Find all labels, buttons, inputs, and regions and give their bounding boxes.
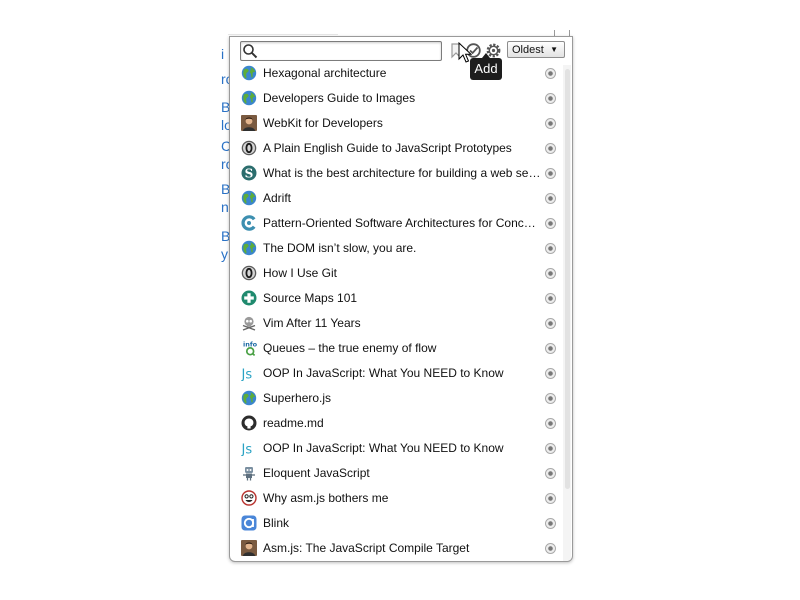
page-divider [228, 34, 338, 35]
bookmark-item[interactable]: Developers Guide to Images [230, 86, 560, 111]
robot-icon [243, 467, 255, 481]
bookmark-radio[interactable] [545, 93, 556, 104]
bookmark-title[interactable]: Blink [263, 516, 541, 531]
bookmark-radio[interactable] [545, 393, 556, 404]
infoq-icon: info [243, 341, 257, 356]
bookmark-item[interactable]: Why asm.js bothers me [230, 486, 560, 511]
svg-text:Js: Js [241, 368, 252, 382]
bookmark-item[interactable]: Source Maps 101 [230, 286, 560, 311]
bookmark-title[interactable]: What is the best architecture for buildi… [263, 166, 541, 181]
bookmark-item[interactable]: The DOM isn’t slow, you are. [230, 236, 560, 261]
bookmark-radio[interactable] [545, 468, 556, 479]
bookmark-radio[interactable] [545, 268, 556, 279]
bookmark-item[interactable]: Superhero.js [230, 386, 560, 411]
bookmark-radio[interactable] [545, 443, 556, 454]
bookmark-radio[interactable] [545, 193, 556, 204]
globe-icon [241, 190, 257, 206]
search-input[interactable] [261, 43, 437, 58]
avatar-icon [241, 540, 257, 556]
bookmark-radio[interactable] [545, 143, 556, 154]
bookmark-title[interactable]: Source Maps 101 [263, 291, 541, 306]
bookmark-title[interactable]: The DOM isn’t slow, you are. [263, 241, 541, 256]
bookmark-radio[interactable] [545, 543, 556, 554]
bookmark-item[interactable]: Adrift [230, 186, 560, 211]
bookmark-item[interactable]: Blink [230, 511, 560, 536]
bookmark-radio[interactable] [545, 493, 556, 504]
bookmark-list: Hexagonal architecture Developers Guide t… [230, 61, 560, 561]
c-arc-icon [241, 215, 256, 231]
globe-icon [241, 65, 257, 81]
bookmark-radio[interactable] [545, 518, 556, 529]
bookmark-item[interactable]: Asm.js: The JavaScript Compile Target [230, 536, 560, 561]
bookmark-title[interactable]: How I Use Git [263, 266, 541, 281]
bookmark-item[interactable]: Vim After 11 Years [230, 311, 560, 336]
bookmark-title[interactable]: Developers Guide to Images [263, 91, 541, 106]
sort-order-select[interactable]: Oldest ▼ [507, 41, 565, 58]
js-icon: Js [241, 368, 252, 382]
search-icon [243, 44, 258, 59]
bookmark-item[interactable]: Hexagonal architecture [230, 61, 560, 86]
bookmark-title[interactable]: Queues – the true enemy of flow [263, 341, 541, 356]
bookmark-item[interactable]: Pattern-Oriented Software Architectures … [230, 211, 560, 236]
avatar-icon [241, 115, 257, 131]
bookmark-title[interactable]: A Plain English Guide to JavaScript Prot… [263, 141, 541, 156]
bookmark-radio[interactable] [545, 318, 556, 329]
bookmark-title[interactable]: Why asm.js bothers me [263, 491, 541, 506]
mouse-cursor-icon [458, 42, 472, 63]
bookmark-title[interactable]: Eloquent JavaScript [263, 466, 541, 481]
bookmark-item[interactable]: info Queues – the true enemy of flow [230, 336, 560, 361]
bookmark-radio[interactable] [545, 168, 556, 179]
s-icon: S [241, 165, 257, 181]
bookmark-radio[interactable] [545, 68, 556, 79]
blink-icon [241, 515, 257, 531]
bookmark-item[interactable]: readme.md [230, 411, 560, 436]
svg-text:S: S [245, 166, 254, 180]
zero-icon [241, 140, 257, 156]
sort-order-value: Oldest [512, 44, 544, 56]
bookmark-radio[interactable] [545, 218, 556, 229]
bookmark-title[interactable]: readme.md [263, 416, 541, 431]
bookmark-item[interactable]: WebKit for Developers [230, 111, 560, 136]
scrollbar-thumb[interactable] [565, 69, 570, 489]
bookmark-title[interactable]: Adrift [263, 191, 541, 206]
bookmark-title[interactable]: WebKit for Developers [263, 116, 541, 131]
bookmarks-popup: Oldest ▼ Hexagonal architecture Developer… [229, 36, 573, 562]
bookmark-item[interactable]: S What is the best architecture for build… [230, 161, 560, 186]
github-icon [241, 415, 257, 431]
skull-icon [242, 316, 256, 331]
globe-icon [241, 240, 257, 256]
bookmark-item[interactable]: How I Use Git [230, 261, 560, 286]
search-field[interactable] [240, 41, 442, 61]
face-icon [241, 490, 257, 506]
plus-icon [241, 290, 257, 306]
bookmark-title[interactable]: OOP In JavaScript: What You NEED to Know [263, 441, 541, 456]
bookmark-radio[interactable] [545, 368, 556, 379]
bookmark-item[interactable]: Js OOP In JavaScript: What You NEED to Kn… [230, 436, 560, 461]
bookmark-radio[interactable] [545, 118, 556, 129]
bookmark-title[interactable]: OOP In JavaScript: What You NEED to Know [263, 366, 541, 381]
bookmark-item[interactable]: A Plain English Guide to JavaScript Prot… [230, 136, 560, 161]
chevron-down-icon: ▼ [550, 45, 558, 54]
bookmark-title[interactable]: Superhero.js [263, 391, 541, 406]
globe-icon [241, 90, 257, 106]
bookmark-radio[interactable] [545, 293, 556, 304]
svg-text:Js: Js [241, 443, 252, 457]
bookmark-title[interactable]: Vim After 11 Years [263, 316, 541, 331]
bookmark-radio[interactable] [545, 243, 556, 254]
js-icon: Js [241, 443, 252, 457]
bookmark-title[interactable]: Pattern-Oriented Software Architectures … [263, 216, 541, 231]
bookmark-radio[interactable] [545, 343, 556, 354]
add-tooltip: Add [470, 53, 502, 80]
globe-icon [241, 390, 257, 406]
bookmark-item[interactable]: Eloquent JavaScript [230, 461, 560, 486]
bookmark-radio[interactable] [545, 418, 556, 429]
zero-icon [241, 265, 257, 281]
bookmark-item[interactable]: Js OOP In JavaScript: What You NEED to Kn… [230, 361, 560, 386]
bookmark-title[interactable]: Asm.js: The JavaScript Compile Target [263, 541, 541, 556]
